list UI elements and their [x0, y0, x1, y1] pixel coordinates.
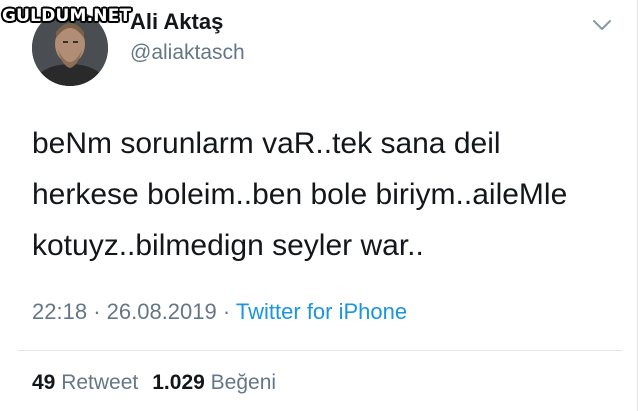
tweet-time[interactable]: 22:18 [32, 299, 87, 324]
tweet-meta: 22:18 · 26.08.2019 · Twitter for iPhone [32, 299, 407, 325]
tweet-date[interactable]: 26.08.2019 [107, 299, 217, 324]
display-name[interactable]: Ali Aktaş [130, 9, 223, 35]
user-handle[interactable]: @aliaktasch [130, 41, 245, 65]
tweet-source-link[interactable]: Twitter for iPhone [236, 299, 407, 324]
divider [18, 350, 622, 351]
watermark-logo: GULDUM.NET [2, 6, 132, 26]
likes-stat[interactable]: 1.029 Beğeni [152, 371, 276, 394]
tweet-text-line: herkese boleim..ben bole biriym..aileMle [32, 178, 568, 211]
likes-count: 1.029 [152, 371, 205, 394]
chevron-down-icon[interactable] [590, 18, 614, 34]
tweet-text: beNm sorunlarm vaR..tek sana deil herkes… [32, 118, 622, 271]
meta-separator: · [222, 299, 231, 324]
meta-separator: · [93, 299, 101, 324]
frame-border [637, 0, 638, 411]
retweets-label: Retweet [61, 371, 139, 394]
likes-label: Beğeni [210, 371, 277, 394]
tweet-stats: 49 Retweet 1.029 Beğeni [32, 371, 276, 395]
retweets-count: 49 [32, 371, 56, 394]
tweet-text-line: kotuyz..bilmedign seyler war.. [32, 229, 424, 262]
tweet-text-line: beNm sorunlarm vaR..tek sana deil [32, 127, 501, 160]
retweets-stat[interactable]: 49 Retweet [32, 371, 138, 394]
